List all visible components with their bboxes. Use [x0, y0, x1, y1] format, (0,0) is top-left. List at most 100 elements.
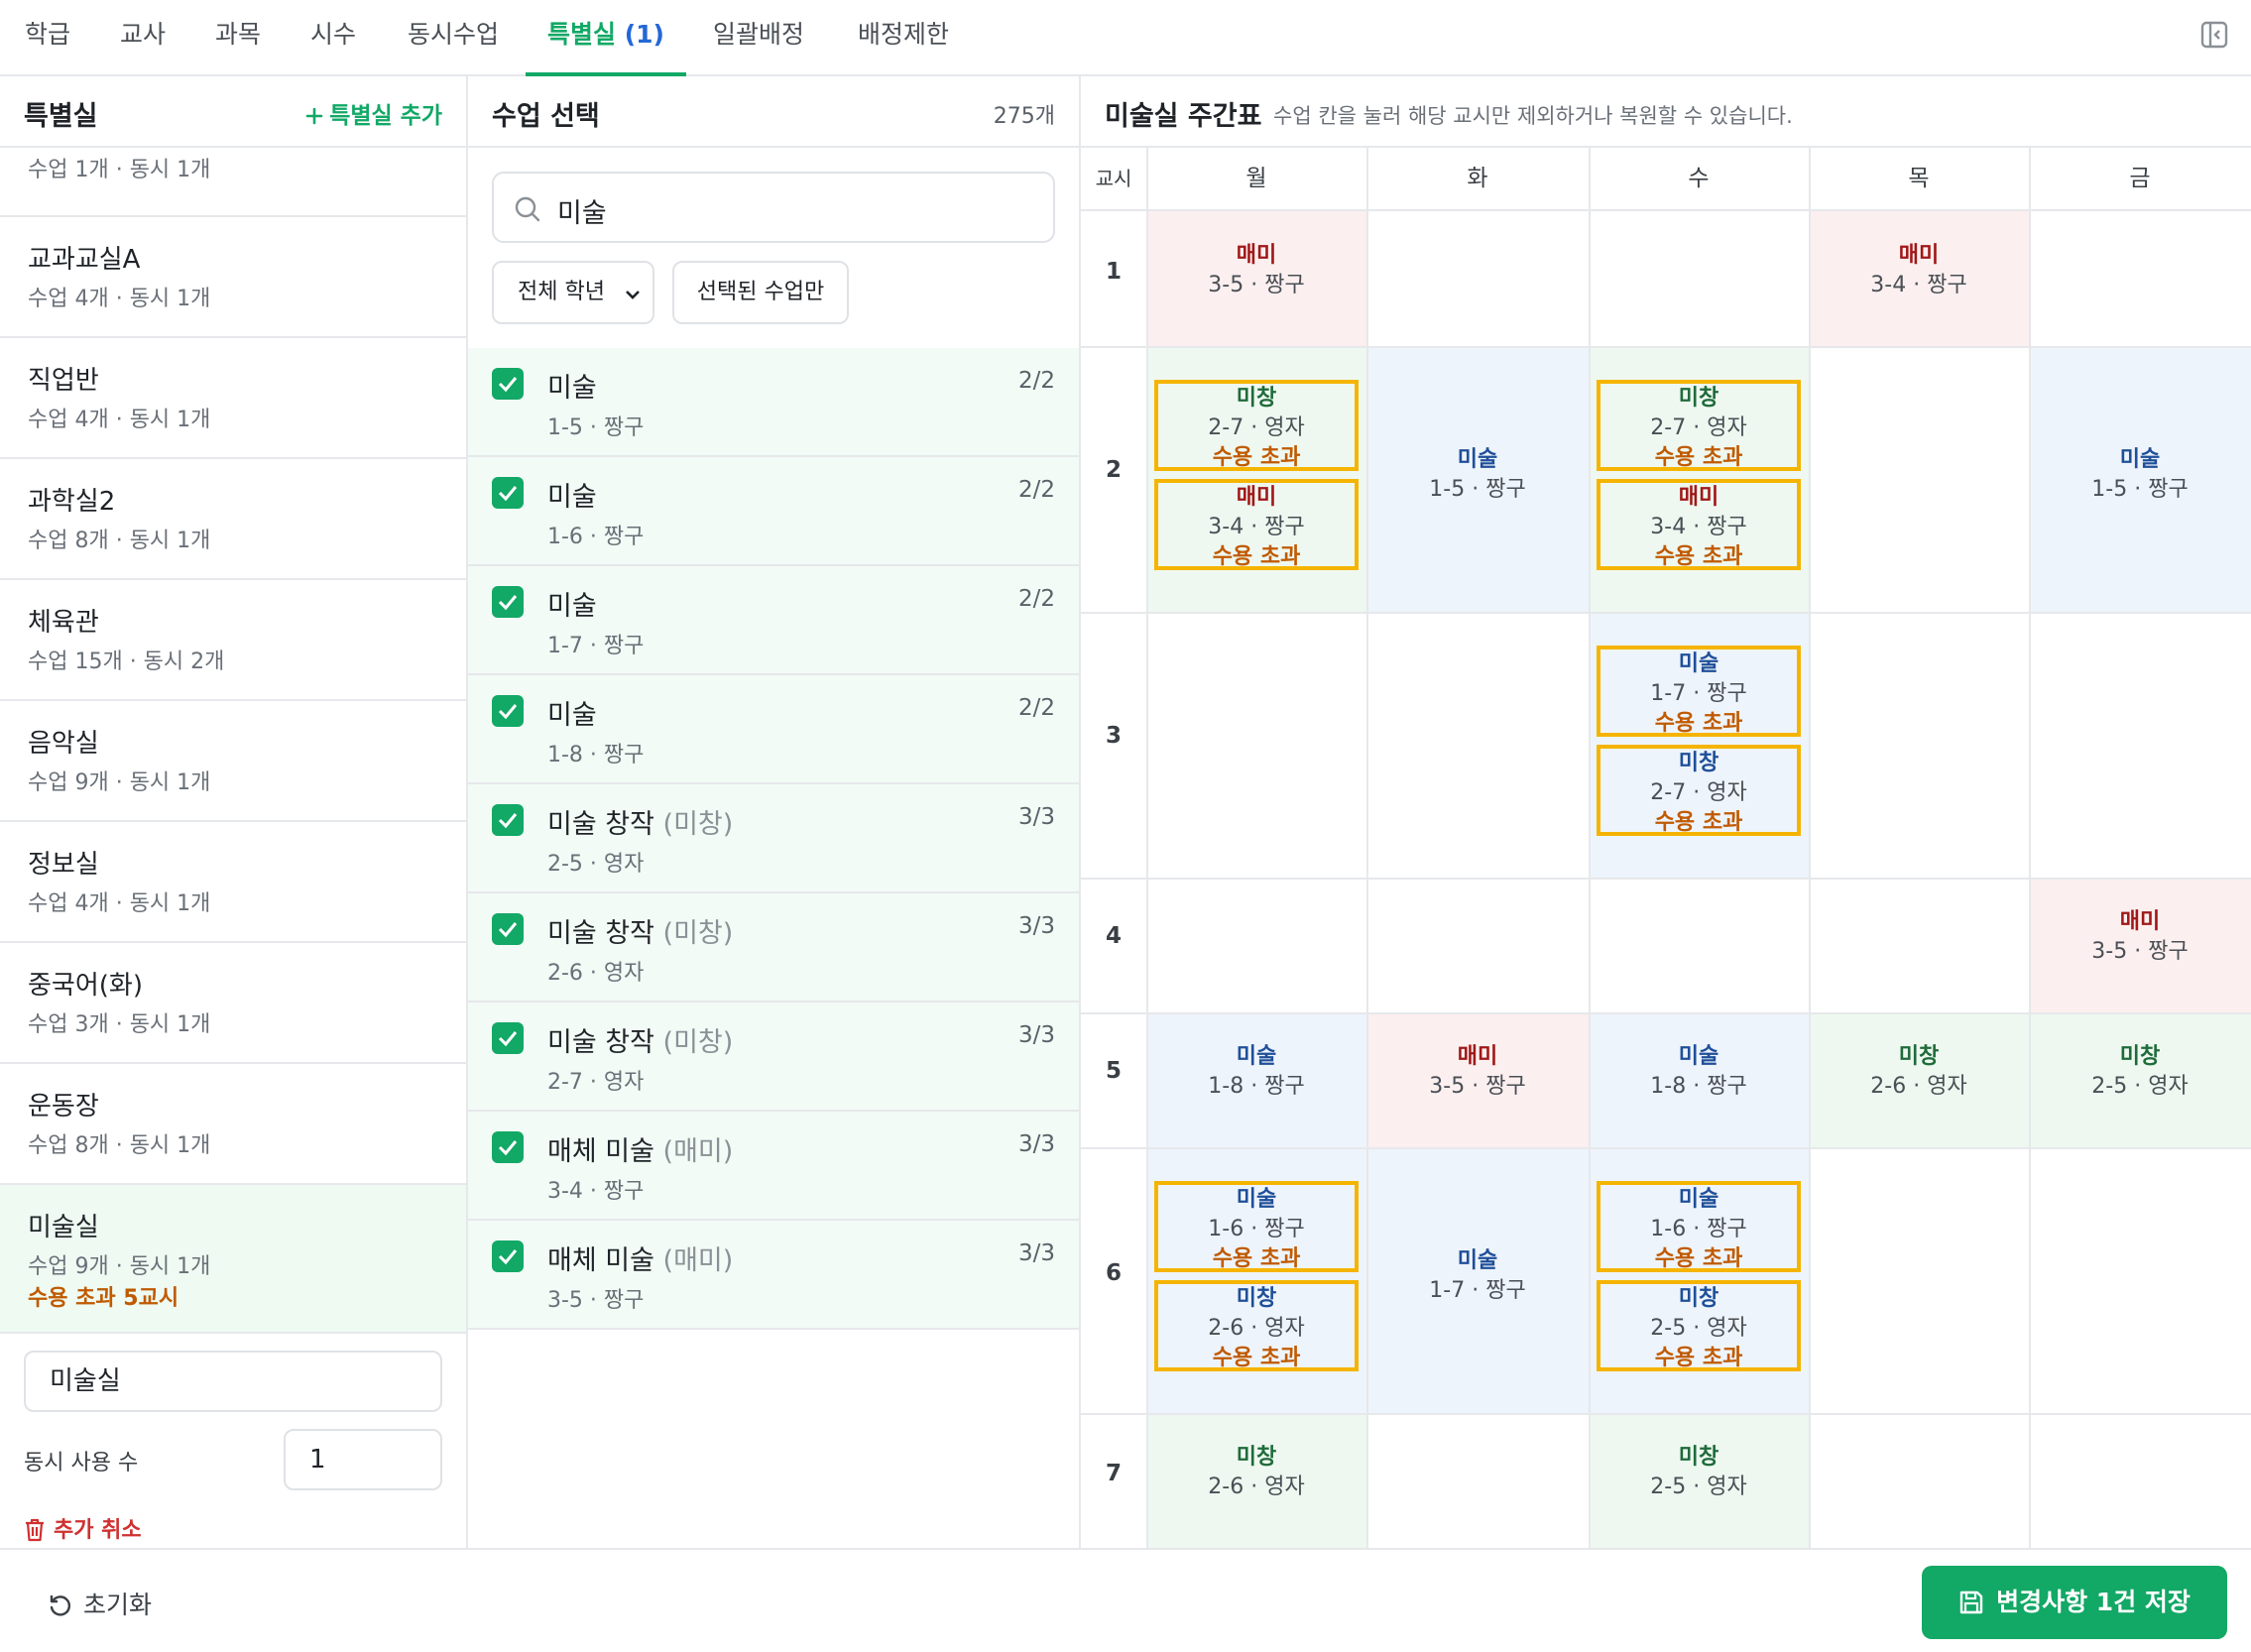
- class-item[interactable]: 미술 1-7 · 짱구 2/2: [468, 566, 1079, 675]
- panel-collapse-icon[interactable]: [2199, 20, 2229, 50]
- room-item[interactable]: 중국어(화) 수업 3개 · 동시 1개: [0, 943, 466, 1064]
- search-icon: [515, 196, 540, 222]
- selected-only-button[interactable]: 선택된 수업만: [672, 261, 849, 324]
- reset-button[interactable]: 초기화: [48, 1586, 152, 1621]
- checkbox[interactable]: [492, 586, 524, 618]
- grid-line: [1146, 148, 1148, 1548]
- room-item[interactable]: 운동장 수업 8개 · 동시 1개: [0, 1064, 466, 1185]
- grid-line: [1366, 148, 1368, 1548]
- room-item[interactable]: 과학실2 수업 8개 · 동시 1개: [0, 459, 466, 580]
- timetable-header: 미술실 주간표 수업 칸을 눌러 해당 교시만 제외하거나 복원할 수 있습니다…: [1081, 76, 2251, 148]
- class-header: 수업 선택 275개: [468, 76, 1079, 148]
- timetable-title: 미술실 주간표: [1105, 101, 1262, 132]
- check-icon: [498, 1249, 518, 1265]
- timetable-entry[interactable]: 미창 2-5 · 영자: [2029, 1042, 2251, 1102]
- class-item[interactable]: 미술 창작 (미창) 2-7 · 영자 3/3: [468, 1003, 1079, 1112]
- check-icon: [498, 595, 518, 611]
- timetable-hint: 수업 칸을 눌러 해당 교시만 제외하거나 복원할 수 있습니다.: [1273, 104, 1793, 128]
- grid-line: [2029, 148, 2031, 1548]
- room-item[interactable]: 정보실 수업 4개 · 동시 1개: [0, 822, 466, 943]
- grade-select[interactable]: 전체 학년: [492, 261, 654, 324]
- room-item[interactable]: 음악실 수업 9개 · 동시 1개: [0, 701, 466, 822]
- checkbox[interactable]: [492, 695, 524, 727]
- timetable-entry-over[interactable]: 미창 2-6 · 영자 수용 초과: [1154, 1280, 1359, 1371]
- room-item[interactable]: 체육관 수업 15개 · 동시 2개: [0, 580, 466, 701]
- tab-hours[interactable]: 시수: [286, 0, 381, 76]
- save-button[interactable]: 변경사항 1건 저장: [1922, 1566, 2227, 1639]
- checkbox[interactable]: [492, 1131, 524, 1163]
- checkbox[interactable]: [492, 477, 524, 509]
- period-label: 1: [1105, 259, 1122, 285]
- search-input[interactable]: 미술: [492, 172, 1055, 243]
- rooms-header: 특별실 특별실 추가: [0, 76, 466, 148]
- grid-line: [1081, 612, 2251, 614]
- add-room-button[interactable]: 특별실 추가: [305, 96, 442, 130]
- tab-subject[interactable]: 과목: [190, 0, 286, 76]
- timetable-pane: 미술실 주간표 수업 칸을 눌러 해당 교시만 제외하거나 복원할 수 있습니다…: [1081, 76, 2251, 1548]
- timetable-entry[interactable]: 미술 1-5 · 짱구: [2029, 445, 2251, 505]
- period-label: 6: [1105, 1260, 1122, 1286]
- rooms-pane: 특별실 특별실 추가 수업 1개 · 동시 1개 교과교실A 수업 4개 · 동…: [0, 76, 468, 1548]
- concurrent-input[interactable]: 1: [284, 1429, 442, 1490]
- timetable-entry-over[interactable]: 매미 3-4 · 짱구 수용 초과: [1597, 479, 1801, 570]
- timetable-entry[interactable]: 미창 2-5 · 영자: [1589, 1443, 1809, 1502]
- tab-teacher[interactable]: 교사: [95, 0, 190, 76]
- timetable-entry-over[interactable]: 미술 1-6 · 짱구 수용 초과: [1597, 1181, 1801, 1272]
- timetable-entry-over[interactable]: 미술 1-6 · 짱구 수용 초과: [1154, 1181, 1359, 1272]
- class-item[interactable]: 미술 창작 (미창) 2-6 · 영자 3/3: [468, 893, 1079, 1003]
- top-tabs: 학급 교사 과목 시수 동시수업 특별실 (1) 일괄배정 배정제한: [0, 0, 2251, 76]
- class-item[interactable]: 미술 1-6 · 짱구 2/2: [468, 457, 1079, 566]
- tab-bulk-assign[interactable]: 일괄배정: [686, 0, 831, 76]
- timetable-entry[interactable]: 매미 3-4 · 짱구: [1809, 241, 2029, 300]
- period-label: 5: [1105, 1058, 1122, 1084]
- timetable-entry[interactable]: 미술 1-5 · 짱구: [1366, 445, 1589, 505]
- class-item[interactable]: 매체 미술 (매미) 3-4 · 짱구 3/3: [468, 1112, 1079, 1221]
- room-item-selected[interactable]: 미술실 수업 9개 · 동시 1개 수용 초과 5교시: [0, 1185, 466, 1334]
- checkbox[interactable]: [492, 913, 524, 945]
- grid-line: [1809, 148, 1811, 1548]
- check-icon: [498, 377, 518, 393]
- room-item[interactable]: 수업 1개 · 동시 1개: [0, 148, 466, 217]
- plus-icon: [305, 107, 323, 125]
- grid-line: [1081, 346, 2251, 348]
- period-label: 7: [1105, 1461, 1122, 1486]
- checkbox[interactable]: [492, 1022, 524, 1054]
- checkbox[interactable]: [492, 804, 524, 836]
- class-item[interactable]: 미술 1-5 · 짱구 2/2: [468, 348, 1079, 457]
- class-count: 275개: [993, 104, 1055, 129]
- check-icon: [498, 704, 518, 720]
- class-item[interactable]: 미술 창작 (미창) 2-5 · 영자 3/3: [468, 784, 1079, 893]
- tab-joint-class[interactable]: 동시수업: [381, 0, 526, 76]
- timetable-entry-over[interactable]: 미술 1-7 · 짱구 수용 초과: [1597, 646, 1801, 737]
- timetable-entry-over[interactable]: 미창 2-7 · 영자 수용 초과: [1154, 380, 1359, 471]
- timetable-entry-over[interactable]: 미창 2-7 · 영자 수용 초과: [1597, 380, 1801, 471]
- timetable-entry[interactable]: 미창 2-6 · 영자: [1809, 1042, 2029, 1102]
- class-item[interactable]: 미술 1-8 · 짱구 2/2: [468, 675, 1079, 784]
- period-label: 3: [1105, 723, 1122, 749]
- tab-special-room[interactable]: 특별실 (1): [526, 0, 686, 76]
- timetable-entry-over[interactable]: 매미 3-4 · 짱구 수용 초과: [1154, 479, 1359, 570]
- room-item[interactable]: 직업반 수업 4개 · 동시 1개: [0, 338, 466, 459]
- class-item[interactable]: 매체 미술 (매미) 3-5 · 짱구 3/3: [468, 1221, 1079, 1330]
- timetable-entry[interactable]: 미창 2-6 · 영자: [1146, 1443, 1366, 1502]
- timetable-entry[interactable]: 매미 3-5 · 짱구: [2029, 907, 2251, 967]
- timetable-entry-over[interactable]: 미창 2-7 · 영자 수용 초과: [1597, 745, 1801, 836]
- grid-line: [1081, 1413, 2251, 1415]
- footer-bar: 초기화 변경사항 1건 저장: [0, 1548, 2251, 1652]
- timetable-entry[interactable]: 매미 3-5 · 짱구: [1366, 1042, 1589, 1102]
- cancel-add-button[interactable]: 추가 취소: [24, 1512, 142, 1544]
- tab-assign-limit[interactable]: 배정제한: [831, 0, 976, 76]
- timetable-entry[interactable]: 매미 3-5 · 짱구: [1146, 241, 1366, 300]
- tab-class[interactable]: 학급: [0, 0, 95, 76]
- timetable-entry[interactable]: 미술 1-8 · 짱구: [1146, 1042, 1366, 1102]
- timetable-entry[interactable]: 미술 1-7 · 짱구: [1366, 1246, 1589, 1306]
- checkbox[interactable]: [492, 368, 524, 400]
- timetable-entry-over[interactable]: 미창 2-5 · 영자 수용 초과: [1597, 1280, 1801, 1371]
- save-icon: [1959, 1591, 1983, 1614]
- day-header-wed: 수: [1589, 148, 1809, 211]
- timetable-entry[interactable]: 미술 1-8 · 짱구: [1589, 1042, 1809, 1102]
- room-item[interactable]: 교과교실A 수업 4개 · 동시 1개: [0, 217, 466, 338]
- checkbox[interactable]: [492, 1240, 524, 1272]
- day-header-tue: 화: [1366, 148, 1589, 211]
- room-name-input[interactable]: 미술실: [24, 1351, 442, 1412]
